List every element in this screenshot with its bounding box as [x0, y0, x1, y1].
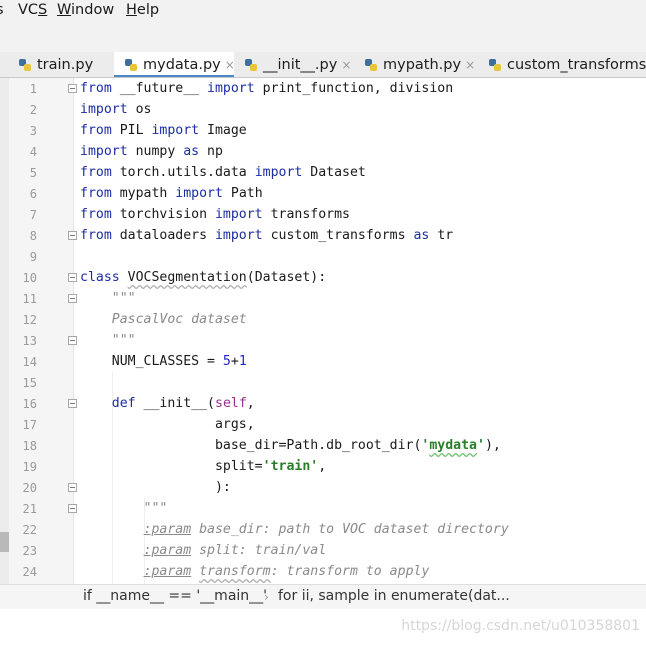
line-number: 5	[29, 166, 37, 180]
tab-label: __init__.py	[263, 56, 338, 73]
breadcrumb-item-main[interactable]: if __name__ == '__main__'	[83, 588, 267, 604]
toolbar-area	[0, 24, 646, 52]
tab-label: train.py	[37, 56, 94, 73]
close-icon[interactable]: ×	[465, 58, 475, 72]
menu-item-vcs[interactable]: VCS	[18, 2, 47, 18]
tab-mypath-py[interactable]: mypath.py ×	[354, 52, 478, 77]
tab-init-py[interactable]: __init__.py ×	[234, 52, 354, 77]
fold-marker[interactable]	[68, 273, 77, 282]
editor-tab-bar: train.py mydata.py × __init__.py × mypat…	[0, 52, 646, 78]
line-number: 21	[22, 502, 37, 516]
line-number: 4	[29, 145, 37, 159]
line-number: 23	[22, 544, 37, 558]
python-file-icon	[244, 58, 258, 72]
code-editor[interactable]: from __future__ import print_function, d…	[80, 78, 646, 584]
code-line-3: from PIL import Image	[80, 123, 247, 138]
code-line-5: from torch.utils.data import Dataset	[80, 165, 366, 180]
line-number: 6	[29, 187, 37, 201]
chevron-right-icon: ›	[264, 590, 269, 604]
code-line-16: def __init__(self,	[111, 396, 255, 411]
fold-marker[interactable]	[68, 483, 77, 492]
tab-label: mypath.py	[383, 56, 462, 73]
line-number: 15	[22, 376, 37, 390]
line-number: 7	[29, 208, 37, 222]
fold-marker[interactable]	[68, 399, 77, 408]
fold-marker[interactable]	[68, 336, 77, 345]
menu-item-window[interactable]: Window	[57, 2, 114, 18]
line-number: 13	[22, 334, 37, 348]
tab-train-py[interactable]: train.py	[18, 52, 114, 77]
line-number: 18	[22, 439, 37, 453]
fold-marker[interactable]	[68, 294, 77, 303]
line-number: 19	[22, 460, 37, 474]
fold-marker[interactable]	[68, 504, 77, 513]
line-number: 16	[22, 397, 37, 411]
fold-marker[interactable]	[68, 84, 77, 93]
python-file-icon	[18, 58, 32, 72]
tab-custom-transforms-py[interactable]: custom_transforms.p	[478, 52, 646, 77]
menu-bar: s VCS Window Help	[0, 0, 646, 24]
line-number: 20	[22, 481, 37, 495]
code-line-19: split='train',	[80, 459, 327, 474]
code-line-18: base_dir=Path.db_root_dir('mydata'),	[80, 438, 501, 453]
watermark: https://blog.csdn.net/u010358801	[401, 618, 640, 634]
code-line-8: from dataloaders import custom_transform…	[80, 228, 454, 243]
line-number: 3	[29, 124, 37, 138]
line-number: 22	[22, 523, 37, 537]
line-number: 2	[29, 103, 37, 117]
menu-item-help[interactable]: Help	[126, 2, 159, 18]
code-line-4: import numpy as np	[80, 144, 223, 159]
menu-item-truncated[interactable]: s	[0, 2, 4, 18]
code-line-24: :param transform: transform to apply	[143, 564, 430, 579]
code-line-2: import os	[80, 102, 152, 117]
code-line-6: from mypath import Path	[80, 186, 263, 201]
breadcrumb-item-for-loop[interactable]: for ii, sample in enumerate(dat...	[278, 588, 510, 604]
line-number: 14	[22, 355, 37, 369]
line-number: 8	[29, 229, 37, 243]
line-number: 12	[22, 313, 37, 327]
line-number: 11	[22, 292, 37, 306]
line-number: 17	[22, 418, 37, 432]
code-line-10: class VOCSegmentation(Dataset):	[80, 270, 327, 285]
code-line-7: from torchvision import transforms	[80, 207, 350, 222]
close-icon[interactable]: ×	[341, 58, 351, 72]
tab-mydata-py[interactable]: mydata.py ×	[114, 52, 235, 77]
line-number: 1	[29, 82, 37, 96]
breadcrumb: if __name__ == '__main__' › for ii, samp…	[0, 584, 646, 609]
code-line-1: from __future__ import print_function, d…	[80, 81, 454, 96]
line-number: 10	[22, 271, 37, 285]
line-number: 24	[22, 565, 37, 579]
python-file-icon	[488, 58, 502, 72]
code-line-20: ):	[80, 480, 231, 495]
code-line-22: :param base_dir: path to VOC dataset dir…	[143, 522, 509, 537]
python-file-icon	[364, 58, 378, 72]
code-line-13: """	[80, 333, 136, 348]
code-line-17: args,	[80, 417, 255, 432]
scroll-marker[interactable]	[0, 532, 9, 552]
code-line-14: NUM_CLASSES = 5+1	[80, 354, 247, 369]
tab-label: mydata.py	[143, 57, 221, 73]
tab-label: custom_transforms.p	[507, 56, 646, 73]
python-file-icon	[124, 58, 138, 72]
code-line-12: PascalVoc dataset	[111, 312, 247, 327]
line-number: 9	[29, 250, 37, 264]
left-tool-strip	[0, 78, 9, 646]
fold-marker[interactable]	[68, 231, 77, 240]
code-line-11: """	[80, 291, 136, 306]
code-line-21: """	[80, 501, 168, 516]
code-line-23: :param split: train/val	[143, 543, 327, 558]
